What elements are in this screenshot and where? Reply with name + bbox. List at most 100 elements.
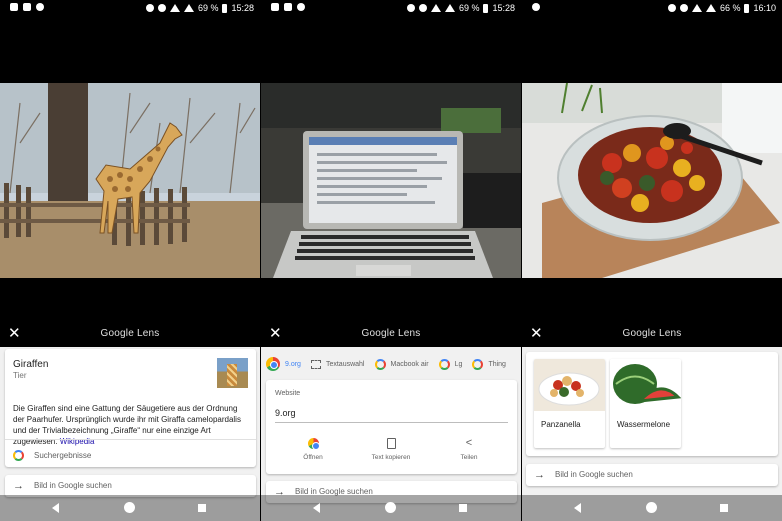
battery-icon	[744, 3, 750, 13]
camera-photo-giraffe[interactable]	[0, 83, 260, 278]
arrow-right-icon: →	[534, 468, 545, 481]
lens-header: ✕ Google Lens	[261, 322, 521, 346]
app-notification-icon	[36, 3, 44, 11]
chrome-icon	[307, 438, 320, 450]
battery-percent: 69 %	[197, 3, 219, 13]
wifi-icon	[169, 4, 180, 12]
signal-icon	[705, 4, 716, 12]
share-button[interactable]: < Teilen	[439, 437, 499, 462]
result-thumbnail	[217, 358, 248, 388]
home-icon[interactable]	[124, 502, 135, 513]
share-label: Teilen	[460, 454, 478, 461]
do-not-disturb-icon	[157, 4, 166, 12]
wifi-icon	[691, 4, 702, 12]
recents-icon[interactable]	[198, 504, 206, 512]
notification-icon	[271, 3, 279, 11]
chip-text-selection[interactable]: Textauswahl	[310, 359, 365, 369]
chip-website[interactable]: 9.org	[266, 357, 301, 371]
battery-percent: 69 %	[458, 3, 480, 13]
chip-label: Textauswahl	[325, 360, 365, 368]
panzanella-image	[534, 359, 605, 411]
chip-label: Lg	[454, 360, 463, 368]
tile-label: Panzanella	[541, 420, 581, 429]
wifi-icon	[430, 4, 441, 12]
lens-title: Google Lens	[100, 328, 160, 339]
match-tile-wassermelone[interactable]: Wassermelone	[610, 359, 681, 448]
navigation-bar	[261, 495, 521, 521]
result-subtitle: Tier	[13, 371, 27, 380]
image-search-card[interactable]: → Bild in Google suchen	[5, 475, 256, 497]
divider	[5, 439, 256, 440]
chip-macbook[interactable]: Macbook air	[374, 358, 429, 370]
result-title: Giraffen	[13, 359, 49, 370]
website-label: Website	[275, 390, 301, 397]
result-description: Die Giraffen sind eine Gattung der Säuge…	[13, 403, 251, 447]
google-icon	[13, 450, 24, 461]
app-notification-icon	[297, 3, 305, 11]
lens-header: ✕ Google Lens	[522, 322, 782, 346]
navigation-bar	[0, 495, 260, 521]
lens-title: Google Lens	[622, 328, 682, 339]
home-icon[interactable]	[646, 502, 657, 513]
search-results-row[interactable]: Suchergebnisse	[13, 450, 91, 461]
suggestion-chips: 9.org Textauswahl Macbook air Lg Thing	[266, 353, 521, 375]
image-icon	[284, 3, 292, 11]
google-icon	[472, 358, 484, 370]
google-icon	[438, 358, 450, 370]
copy-text-button[interactable]: Text kopieren	[361, 438, 421, 461]
divider	[275, 422, 508, 423]
chip-label: 9.org	[285, 360, 301, 368]
phone-screen-salad: 66 % 16:10 ✕ Google Lens Panzanella Wass…	[522, 0, 782, 521]
image-search-label: Bild in Google suchen	[34, 481, 112, 490]
bluetooth-icon	[406, 4, 415, 12]
open-button[interactable]: Öffnen	[283, 438, 343, 461]
notification-icon	[10, 3, 18, 11]
chip-lg[interactable]: Lg	[438, 358, 463, 370]
bluetooth-icon	[667, 4, 676, 12]
camera-photo-laptop[interactable]	[261, 83, 521, 278]
phone-screen-giraffe: 69 % 15:28 ✕ Google Lens Giraffen Tier D…	[0, 0, 260, 521]
website-card: Website 9.org Öffnen Text kopieren < Tei…	[266, 380, 517, 474]
bluetooth-icon	[145, 4, 154, 12]
arrow-right-icon: →	[13, 479, 24, 492]
battery-icon	[222, 3, 228, 13]
battery-percent: 66 %	[719, 3, 741, 13]
image-icon	[23, 3, 31, 11]
status-bar: 69 % 15:28	[0, 0, 260, 16]
knowledge-card[interactable]: Giraffen Tier Die Giraffen sind eine Gat…	[5, 349, 256, 467]
navigation-bar	[522, 495, 782, 521]
chrome-icon	[266, 357, 280, 371]
match-tile-panzanella[interactable]: Panzanella	[534, 359, 605, 448]
chip-label: Thing	[488, 360, 506, 368]
recents-icon[interactable]	[459, 504, 467, 512]
image-search-label: Bild in Google suchen	[555, 470, 633, 479]
clock: 15:28	[492, 3, 515, 13]
clock: 15:28	[231, 3, 254, 13]
signal-icon	[444, 4, 455, 12]
signal-icon	[183, 4, 194, 12]
lens-title: Google Lens	[361, 328, 421, 339]
google-icon	[374, 358, 386, 370]
back-icon[interactable]	[52, 503, 59, 513]
chip-label: Macbook air	[390, 360, 429, 368]
chip-thing[interactable]: Thing	[472, 358, 506, 370]
back-icon[interactable]	[574, 503, 581, 513]
recents-icon[interactable]	[720, 504, 728, 512]
status-bar: 66 % 16:10	[522, 0, 782, 16]
share-icon: <	[465, 437, 473, 449]
open-label: Öffnen	[303, 454, 323, 461]
camera-photo-salad[interactable]	[522, 83, 782, 278]
matches-card: Panzanella Wassermelone	[526, 352, 778, 456]
clock: 16:10	[753, 3, 776, 13]
do-not-disturb-icon	[418, 4, 427, 12]
lens-header: ✕ Google Lens	[0, 322, 260, 346]
copy-label: Text kopieren	[371, 454, 411, 461]
tile-label: Wassermelone	[617, 420, 671, 429]
watermelon-image	[610, 359, 681, 411]
image-search-card[interactable]: → Bild in Google suchen	[526, 464, 778, 486]
website-url[interactable]: 9.org	[275, 408, 296, 418]
status-bar: 69 % 15:28	[261, 0, 521, 16]
home-icon[interactable]	[385, 502, 396, 513]
search-results-label: Suchergebnisse	[34, 451, 92, 460]
back-icon[interactable]	[313, 503, 320, 513]
